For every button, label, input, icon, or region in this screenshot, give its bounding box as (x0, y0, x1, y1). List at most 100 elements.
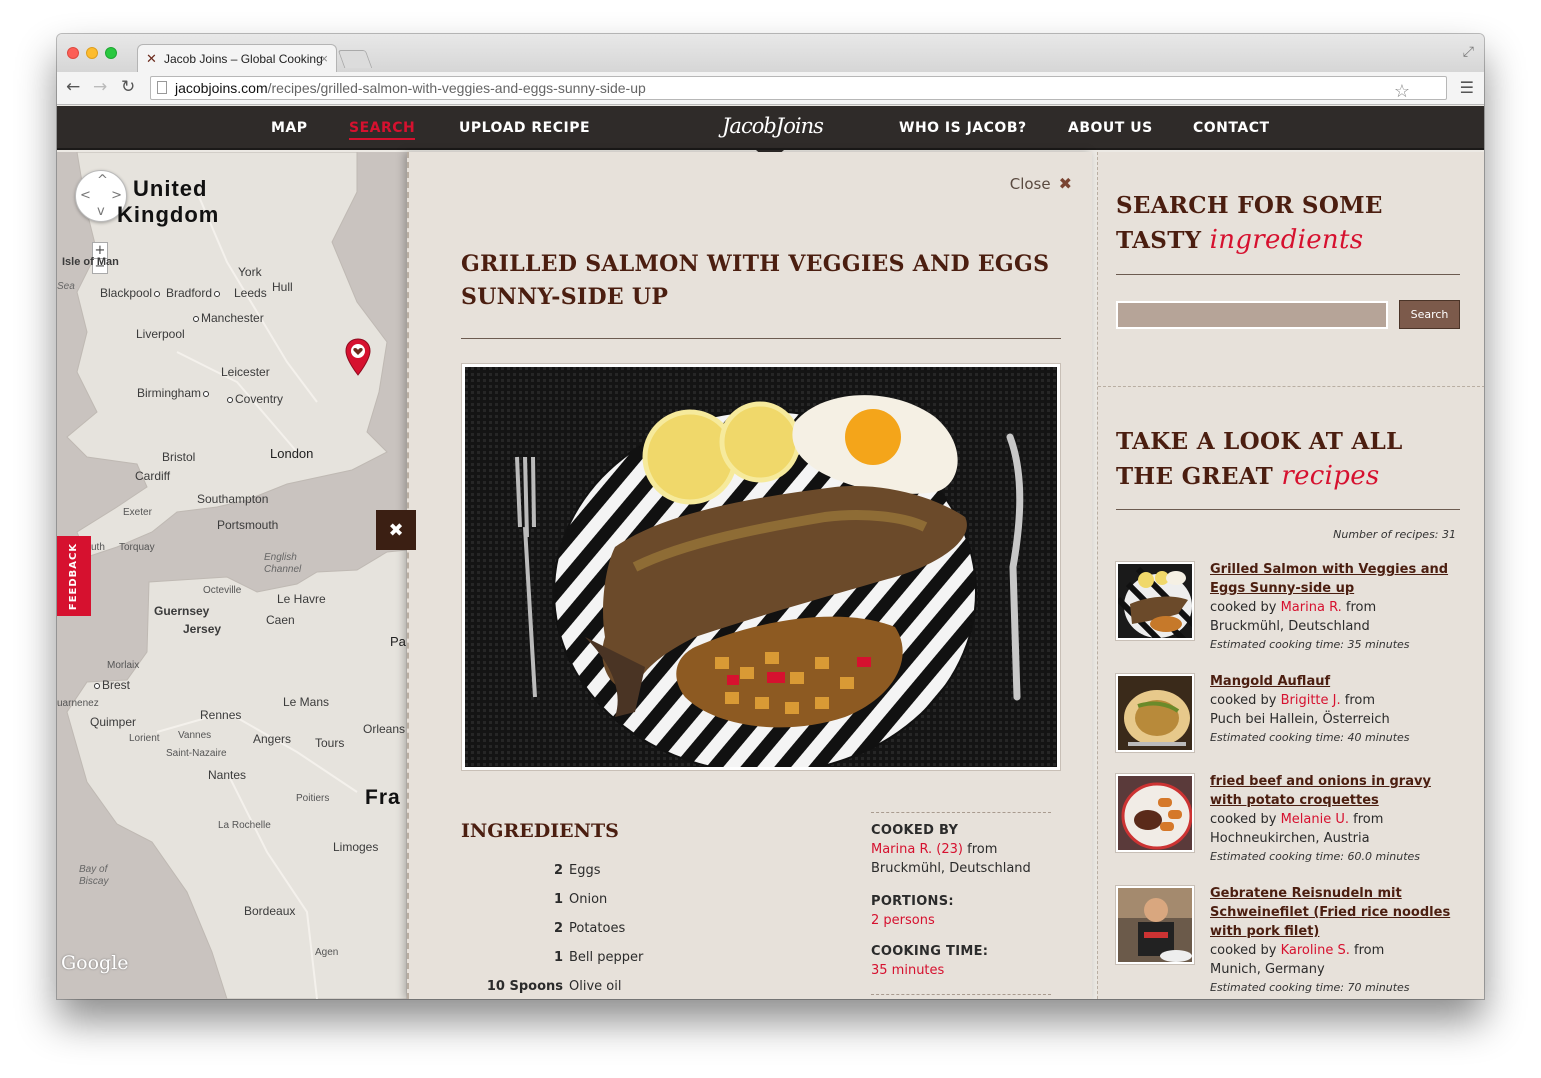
thumbnail-beef (1118, 776, 1192, 850)
map-label-united: United (133, 176, 208, 201)
zoom-window-button[interactable] (105, 47, 117, 59)
map-label-caen: Caen (266, 613, 295, 627)
fullscreen-icon[interactable]: ⤢ (1463, 44, 1474, 60)
map-label-portsmouth: Portsmouth (217, 518, 279, 532)
site-logo[interactable]: JacobJoins (722, 114, 824, 138)
map-label-orleans: Orleans (363, 722, 406, 736)
map-label-paris: Pa (390, 634, 406, 649)
map-label-octeville: Octeville (203, 585, 242, 596)
recipe-card-body: Mangold Auflauf cooked by Brigitte J. fr… (1210, 672, 1464, 747)
map-label-liverpool: Liverpool (136, 327, 185, 341)
cook-link[interactable]: Marina R. (23) (871, 842, 963, 857)
map-label-bay-of-biscay: Bay of Biscay (79, 864, 109, 887)
ingredient-search-input[interactable] (1116, 301, 1388, 329)
recipe-thumbnail[interactable] (1116, 886, 1194, 964)
url-path: /recipes/grilled-salmon-with-veggies-and… (267, 80, 646, 96)
close-window-button[interactable] (67, 47, 79, 59)
map-pin-icon[interactable] (345, 338, 371, 376)
nav-map[interactable]: MAP (271, 120, 308, 136)
recipe-card-title[interactable]: Mangold Auflauf (1210, 672, 1464, 691)
recipe-card-cook-link[interactable]: Brigitte J. (1281, 693, 1341, 708)
map-label-manchester: Manchester (191, 311, 264, 325)
map-label-tours: Tours (315, 736, 345, 750)
title-divider (461, 338, 1061, 339)
search-heading-divider (1116, 274, 1460, 275)
pan-up-icon[interactable]: ^ (97, 173, 108, 188)
map-label-bradford: Bradford (166, 286, 222, 300)
recipe-card-body: fried beef and onions in gravy with pota… (1210, 772, 1464, 866)
map-label-brest: Brest (92, 678, 130, 692)
thumbnail-salmon (1118, 564, 1192, 638)
collapse-map-close-icon[interactable]: ✖ (376, 510, 416, 550)
nav-upload-recipe[interactable]: UPLOAD RECIPE (459, 120, 590, 136)
ingredient-qty: 2 (553, 921, 563, 936)
cooking-time-heading: COOKING TIME: (871, 944, 989, 959)
map-label-blackpool: Blackpool (100, 286, 162, 300)
browser-titlebar: ✕ Jacob Joins – Global Cooking × ⤢ (57, 34, 1484, 72)
recipe-card-cook-link[interactable]: Marina R. (1281, 600, 1342, 615)
nav-who-is-jacob[interactable]: WHO IS JACOB? (899, 120, 1027, 136)
browser-menu-icon[interactable]: ☰ (1460, 78, 1474, 97)
tab-title: Jacob Joins – Global Cooking (164, 52, 323, 66)
recipe-thumbnail[interactable] (1116, 674, 1194, 752)
ingredient-qty: 1 (553, 950, 563, 965)
recipes-heading-line2: THE GREAT recipes (1116, 461, 1380, 491)
url-host: jacobjoins.com (175, 80, 268, 96)
cooking-time-value: 35 minutes (871, 963, 945, 978)
map-label-torquay: Torquay (119, 542, 155, 553)
feedback-label: FEEDBACK (68, 542, 80, 610)
browser-toolbar: ← → ↻ jacobjoins.com/recipes/grilled-sal… (57, 72, 1484, 105)
recipe-thumbnail[interactable] (1116, 774, 1194, 852)
browser-tab[interactable]: ✕ Jacob Joins – Global Cooking × (137, 44, 337, 72)
recipe-card-title[interactable]: fried beef and onions in gravy with pota… (1210, 772, 1464, 810)
search-button[interactable]: Search (1399, 300, 1460, 329)
recipe-card-time: Estimated cooking time: 60.0 minutes (1210, 850, 1421, 863)
close-recipe-button[interactable]: Close ✖ (1010, 174, 1072, 193)
nav-about-us[interactable]: ABOUT US (1068, 120, 1153, 136)
cook-place: Bruckmühl, Deutschland (871, 861, 1031, 876)
minimize-window-button[interactable] (86, 47, 98, 59)
plate-illustration (465, 367, 1057, 767)
pan-left-icon[interactable]: < (80, 188, 91, 203)
recipe-card-title[interactable]: Grilled Salmon with Veggies and Eggs Sun… (1210, 560, 1464, 598)
recipe-card-cook-link[interactable]: Karoline S. (1281, 943, 1350, 958)
reload-icon[interactable]: ↻ (121, 77, 135, 97)
map-label-quimper: Quimper (90, 715, 137, 729)
bookmark-star-icon[interactable]: ☆ (1394, 81, 1410, 102)
recipe-card-place: Bruckmühl, Deutschland (1210, 619, 1370, 634)
map-label-southampton: Southampton (197, 492, 269, 506)
recipe-map[interactable]: ^ < > v + − United Kingdom Isle of Man S… (57, 152, 407, 999)
recipe-card-title[interactable]: Gebratene Reisnudeln mit Schweinefilet (… (1210, 884, 1464, 941)
tab-close-icon[interactable]: × (320, 51, 328, 66)
pan-down-icon[interactable]: v (97, 204, 105, 219)
pan-right-icon[interactable]: > (111, 188, 122, 203)
recipe-card-cook-link[interactable]: Melanie U. (1281, 812, 1349, 827)
map-label-plymouth: uth (91, 542, 105, 553)
map-label-coventry: Coventry (225, 392, 283, 406)
nav-search[interactable]: SEARCH (349, 120, 416, 140)
recipe-thumbnail[interactable] (1116, 562, 1194, 640)
browser-window: ✕ Jacob Joins – Global Cooking × ⤢ ← → ↻… (57, 34, 1484, 999)
map-label-bordeaux: Bordeaux (244, 904, 296, 918)
map-label-guernsey: Guernsey (154, 604, 210, 618)
nav-contact[interactable]: CONTACT (1193, 120, 1270, 136)
forward-arrow-icon[interactable]: → (93, 77, 107, 97)
recipe-card-time: Estimated cooking time: 70 minutes (1210, 981, 1410, 994)
ingredient-name: Onion (569, 892, 608, 907)
address-bar[interactable]: jacobjoins.com/recipes/grilled-salmon-wi… (150, 76, 1447, 102)
map-label-angers: Angers (253, 732, 292, 746)
map-label-le-havre: Le Havre (277, 592, 326, 606)
map-label-morlaix: Morlaix (107, 660, 140, 671)
new-tab-button[interactable] (337, 50, 373, 68)
sidebar: SEARCH FOR SOME TASTY ingredients Search… (1097, 152, 1484, 999)
recipe-meta: COOKED BY Marina R. (23) from Bruckmühl, … (871, 812, 1051, 999)
recipe-card-cook: cooked by Marina R. from (1210, 600, 1377, 615)
map-label-jersey: Jersey (183, 622, 222, 636)
ingredient-row: 1 Onion (461, 892, 761, 912)
portions-value: 2 persons (871, 913, 935, 928)
back-arrow-icon[interactable]: ← (66, 77, 80, 97)
recipe-card-cook: cooked by Karoline S. from (1210, 943, 1385, 958)
feedback-tab[interactable]: FEEDBACK (57, 536, 91, 616)
map-label-hull: Hull (272, 280, 293, 294)
google-logo[interactable]: Google (61, 952, 129, 974)
